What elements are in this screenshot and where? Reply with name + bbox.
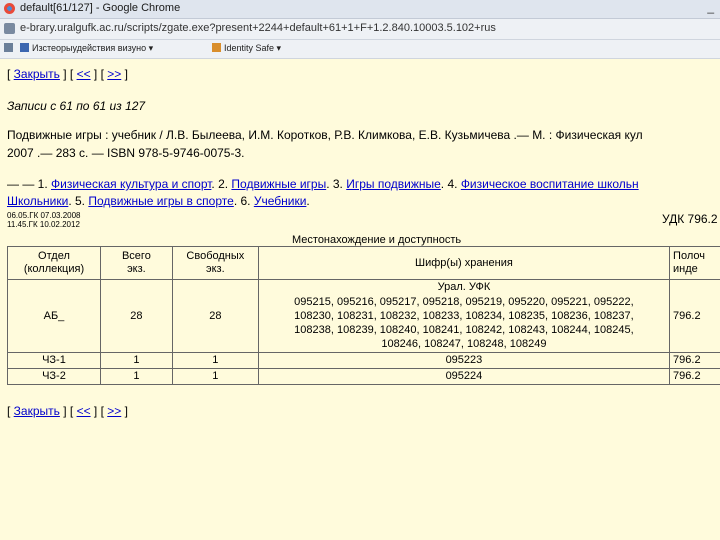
next-link[interactable]: >> bbox=[107, 67, 121, 81]
citation-line-1: Подвижные игры : учебник / Л.В. Былеева,… bbox=[7, 128, 643, 142]
cell-sub-label: Урал. УФК bbox=[257, 279, 671, 294]
header-shelf: Шифр(ы) хранения bbox=[257, 246, 671, 280]
cell-total: 28 bbox=[99, 279, 173, 353]
cell-shelf: 095223 bbox=[257, 352, 671, 369]
cell-pol: 796.2 bbox=[669, 368, 720, 385]
records-label: Записи с 61 по 61 из 127 bbox=[7, 99, 146, 113]
header-total: Всего экз. bbox=[99, 246, 173, 280]
address-url[interactable]: e-brary.uralgufk.ac.ru/scripts/zgate.exe… bbox=[20, 22, 496, 34]
table-row: ЧЗ-2 1 1 095224 796.2 bbox=[7, 368, 720, 385]
minimize-button[interactable]: _ bbox=[707, 0, 714, 14]
bookmarks-bar: Изстеорыудействия визуно ▾ Identity Safe… bbox=[0, 40, 720, 59]
bookmark-item[interactable] bbox=[4, 43, 16, 53]
subject-link[interactable]: Школьники bbox=[7, 194, 68, 208]
subject-link[interactable]: Подвижные игры bbox=[231, 177, 326, 191]
cell-dept: ЧЗ-1 bbox=[7, 352, 101, 369]
identity-safe-icon bbox=[212, 43, 221, 52]
udk-code: УДК 796.2 bbox=[662, 212, 718, 226]
cell-free: 28 bbox=[171, 279, 259, 353]
location-title: Местонахождение и доступность bbox=[292, 234, 462, 246]
chevron-down-icon: ▾ bbox=[146, 43, 154, 53]
record-dates: 06.05.ГК 07.03.2008 11.45.ГК 10.02.2012 bbox=[7, 211, 81, 229]
subject-link[interactable]: Подвижные игры в спорте bbox=[88, 194, 233, 208]
prev-link[interactable]: << bbox=[77, 404, 91, 418]
chevron-down-icon: ▾ bbox=[274, 43, 282, 53]
cell-free: 1 bbox=[171, 352, 259, 369]
subject-link[interactable]: Игры подвижные bbox=[346, 177, 441, 191]
nav-top: [ Закрыть ] [ << ] [ >> ] bbox=[7, 67, 128, 81]
subject-link[interactable]: Учебники bbox=[254, 194, 307, 208]
subject-link[interactable]: Физическая культура и спорт bbox=[51, 177, 211, 191]
citation: Подвижные игры : учебник / Л.В. Былеева,… bbox=[7, 126, 643, 162]
cell-pol: 796.2 bbox=[669, 352, 720, 369]
cell-dept: АБ_ bbox=[7, 279, 101, 353]
chrome-icon bbox=[4, 3, 15, 14]
close-link[interactable]: Закрыть bbox=[14, 404, 60, 418]
holdings-table: Отдел (коллекция) Всего экз. Свободных экз.… bbox=[7, 246, 720, 385]
header-dept: Отдел (коллекция) bbox=[7, 246, 101, 280]
nav-bottom: [ Закрыть ] [ << ] [ >> ] bbox=[7, 404, 128, 418]
citation-line-2: 2007 .— 283 с. — ISBN 978-5-9746-0075-3. bbox=[7, 146, 245, 160]
window-titlebar: default[61/127] - Google Chrome _ bbox=[0, 0, 720, 19]
table-row: АБ_ 28 28 Урал. УФК 796.2 bbox=[7, 279, 720, 353]
cell-shelf: 095215, 095216, 095217, 095218, 095219, … bbox=[257, 294, 671, 353]
subject-link[interactable]: Физическое воспитание школьн bbox=[461, 177, 639, 191]
bookmark-icon bbox=[20, 43, 29, 52]
address-bar[interactable]: e-brary.uralgufk.ac.ru/scripts/zgate.exe… bbox=[0, 19, 720, 40]
folder-icon bbox=[4, 43, 13, 52]
subject-headings: — — 1. Физическая культура и спорт. 2. П… bbox=[7, 176, 639, 210]
cell-free: 1 bbox=[171, 368, 259, 385]
cell-pol: 796.2 bbox=[669, 279, 720, 353]
page-icon bbox=[4, 23, 15, 34]
prev-link[interactable]: << bbox=[77, 67, 91, 81]
cell-shelf: 095224 bbox=[257, 368, 671, 385]
subjects-line-1: — — 1. Физическая культура и спорт. 2. П… bbox=[7, 177, 639, 191]
close-link[interactable]: Закрыть bbox=[14, 67, 60, 81]
cell-total: 1 bbox=[99, 368, 173, 385]
header-pol: Полоч инде bbox=[669, 246, 720, 280]
subjects-line-2: Школьники. 5. Подвижные игры в спорте. 6… bbox=[7, 194, 310, 208]
bookmark-item[interactable]: Identity Safe ▾ bbox=[212, 43, 281, 54]
header-free: Свободных экз. bbox=[171, 246, 259, 280]
page-content: [ Закрыть ] [ << ] [ >> ] Записи с 61 по… bbox=[0, 59, 720, 540]
cell-total: 1 bbox=[99, 352, 173, 369]
next-link[interactable]: >> bbox=[107, 404, 121, 418]
bookmark-item[interactable]: Изстеорыудействия визуно ▾ bbox=[20, 43, 153, 54]
window-title: default[61/127] - Google Chrome bbox=[20, 2, 181, 14]
holdings-header-row: Отдел (коллекция) Всего экз. Свободных экз.… bbox=[7, 246, 720, 280]
table-row: ЧЗ-1 1 1 095223 796.2 bbox=[7, 352, 720, 369]
cell-dept: ЧЗ-2 bbox=[7, 368, 101, 385]
